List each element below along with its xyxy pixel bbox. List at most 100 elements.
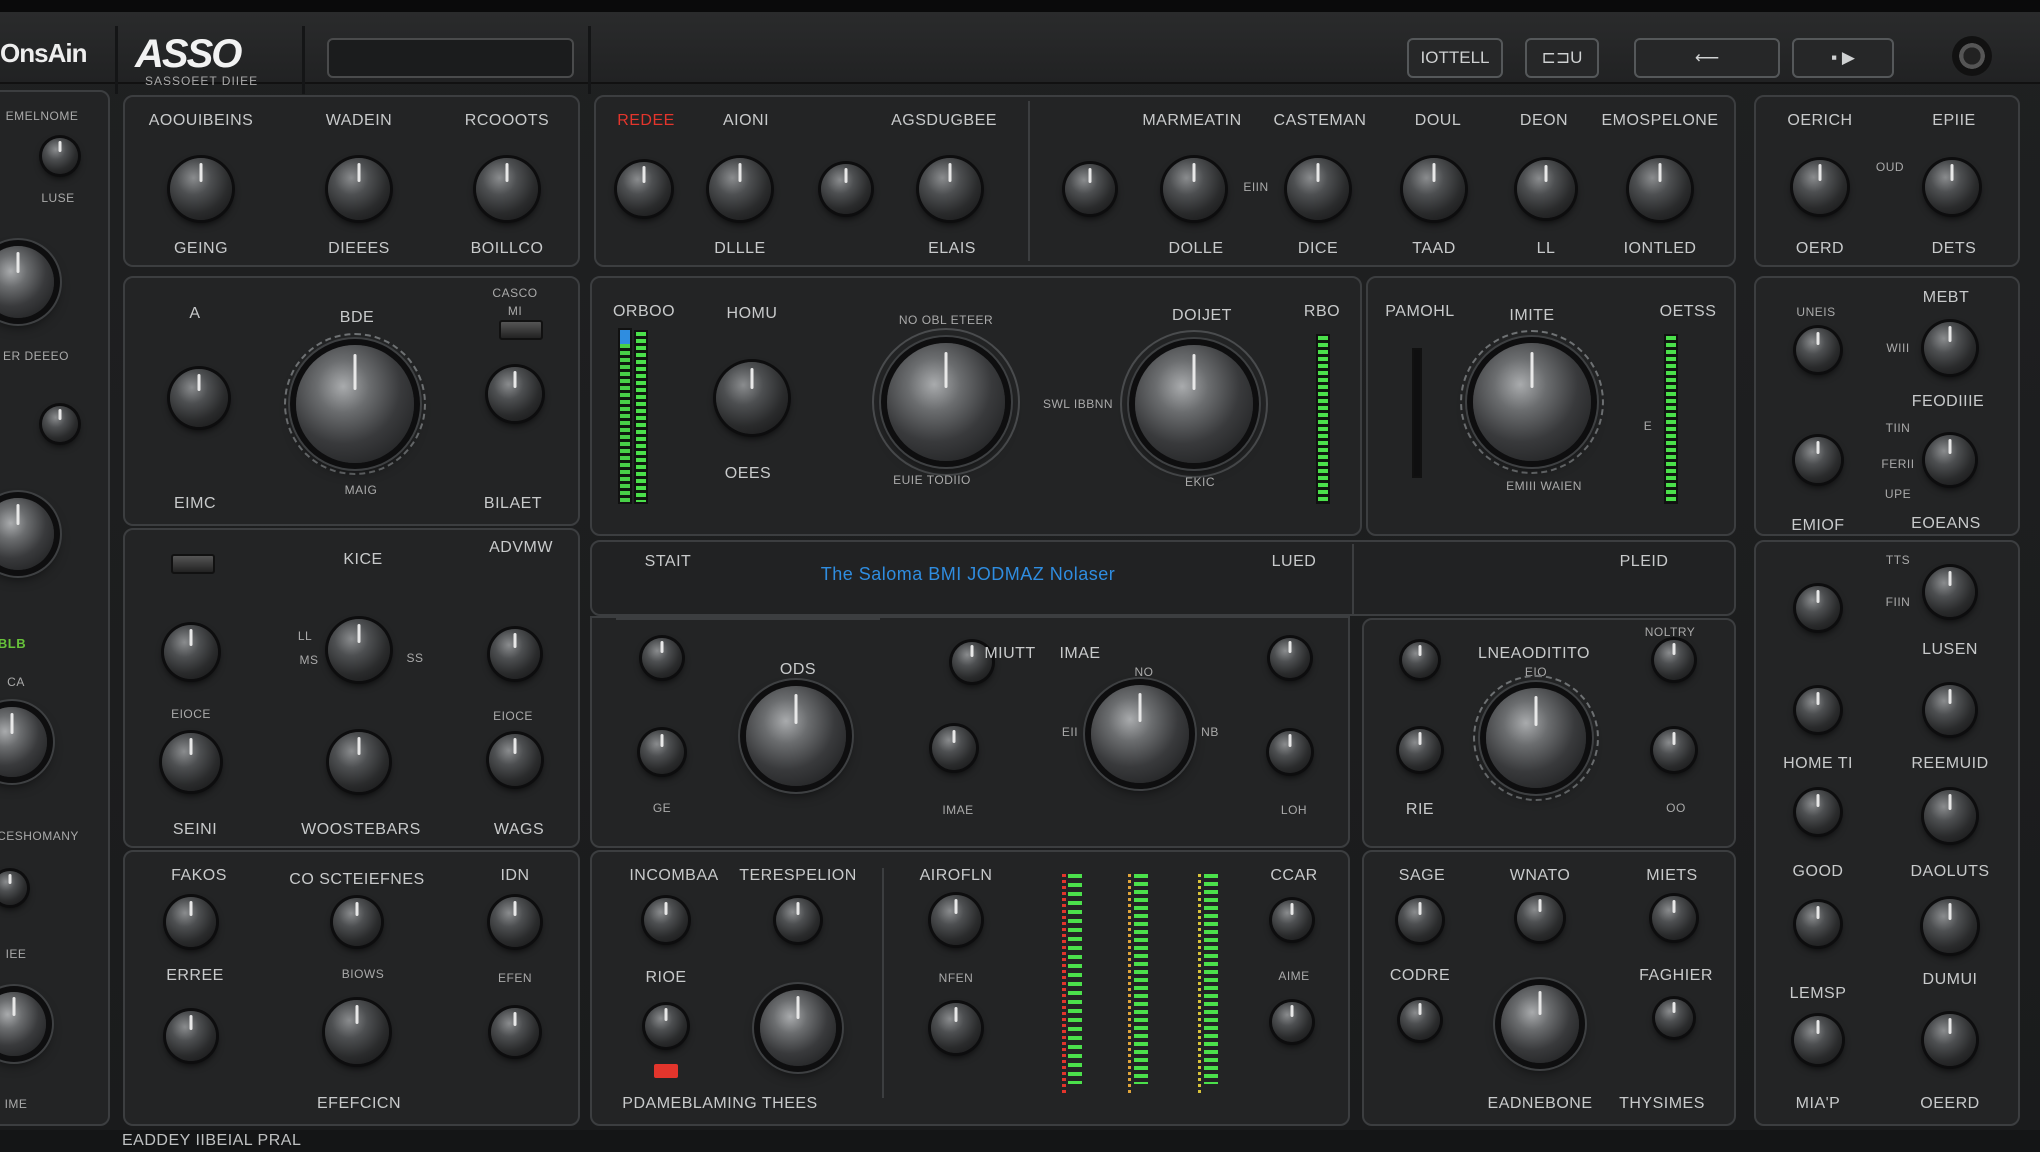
knob[interactable]	[162, 733, 220, 791]
knob[interactable]	[1924, 1014, 1976, 1066]
knob[interactable]	[1403, 158, 1465, 220]
knob[interactable]	[1398, 898, 1442, 942]
knob[interactable]	[1402, 642, 1438, 678]
knob[interactable]	[1270, 638, 1310, 678]
preset-display-field[interactable]	[327, 38, 574, 78]
back-button[interactable]: ⟵	[1634, 38, 1780, 78]
play-button[interactable]: ▪ ▶	[1792, 38, 1894, 78]
knob[interactable]	[640, 730, 684, 774]
knob[interactable]	[716, 362, 788, 434]
knob[interactable]	[0, 498, 54, 570]
param-label: MAIG	[344, 483, 378, 497]
knob[interactable]	[931, 895, 981, 945]
knob[interactable]	[333, 898, 381, 946]
knob[interactable]	[1065, 164, 1115, 214]
knob-large[interactable]	[760, 990, 836, 1066]
knob[interactable]	[1795, 437, 1841, 483]
knob[interactable]	[0, 707, 47, 777]
knob-large[interactable]	[1091, 685, 1189, 783]
param-label: EMIII WAIEN	[1506, 479, 1582, 493]
knob-large[interactable]	[746, 686, 846, 786]
knob[interactable]	[488, 367, 542, 421]
knob[interactable]	[1517, 895, 1563, 941]
knob[interactable]	[1269, 731, 1311, 773]
knob-large[interactable]	[296, 345, 414, 463]
knob[interactable]	[1925, 685, 1975, 735]
drive-panel: LNEAODITITO EIO NOLTRY RIE OO	[1362, 618, 1736, 848]
knob[interactable]	[1925, 160, 1979, 214]
knob[interactable]	[1793, 160, 1847, 214]
knob[interactable]	[489, 734, 541, 786]
knob[interactable]	[1163, 158, 1225, 220]
knob[interactable]	[1517, 160, 1575, 218]
knob[interactable]	[490, 897, 540, 947]
knob[interactable]	[1399, 729, 1441, 771]
knob[interactable]	[1272, 900, 1312, 940]
knob[interactable]	[0, 246, 54, 318]
knob[interactable]	[821, 164, 871, 214]
knob[interactable]	[1924, 790, 1976, 842]
knob-large[interactable]	[1473, 343, 1591, 461]
toggle-button[interactable]: IOTTELL	[1407, 38, 1503, 78]
param-label: EIMC	[174, 495, 216, 512]
knob[interactable]	[491, 1008, 539, 1056]
knob[interactable]	[1654, 640, 1694, 680]
mixer-panel: TTS FIIN LUSEN HOME TI REEMUID GOOD DAOL…	[1754, 540, 2020, 1126]
knob[interactable]	[42, 138, 78, 174]
switch-toggle[interactable]	[171, 554, 215, 574]
power-icon[interactable]	[1952, 36, 1992, 76]
knob[interactable]	[1287, 158, 1349, 220]
knob[interactable]	[1794, 1016, 1842, 1064]
knob[interactable]	[919, 158, 981, 220]
knob[interactable]	[476, 158, 538, 220]
knob[interactable]	[644, 898, 688, 942]
record-led[interactable]	[654, 1064, 678, 1078]
knob[interactable]	[170, 158, 232, 220]
knob[interactable]	[645, 1005, 687, 1047]
knob[interactable]	[490, 629, 540, 679]
knob[interactable]	[709, 158, 771, 220]
knob[interactable]	[0, 992, 46, 1056]
knob[interactable]	[1796, 328, 1840, 372]
knob[interactable]	[1655, 999, 1693, 1037]
knob[interactable]	[1925, 435, 1975, 485]
knob[interactable]	[1652, 896, 1696, 940]
knob[interactable]	[617, 162, 671, 216]
knob[interactable]	[164, 625, 218, 679]
knob[interactable]	[329, 732, 389, 792]
knob[interactable]	[931, 1003, 981, 1053]
knob[interactable]	[42, 406, 78, 442]
knob[interactable]	[1400, 1000, 1440, 1040]
param-label: CASCO MI	[492, 286, 538, 318]
knob[interactable]	[1923, 899, 1977, 953]
knob[interactable]	[776, 898, 820, 942]
param-label: EKIC	[1184, 475, 1216, 489]
knob[interactable]	[1796, 586, 1840, 630]
knob[interactable]	[166, 897, 216, 947]
knob[interactable]	[932, 726, 976, 770]
knob-large[interactable]	[1486, 688, 1586, 788]
param-label: IONTLED	[1623, 240, 1697, 257]
switch-toggle[interactable]	[499, 320, 543, 340]
knob[interactable]	[1925, 567, 1975, 617]
knob[interactable]	[328, 158, 390, 220]
knob[interactable]	[1796, 688, 1840, 732]
param-label: MIUTT	[984, 645, 1036, 662]
knob-large[interactable]	[1501, 985, 1579, 1063]
knob[interactable]	[1924, 322, 1976, 374]
knob[interactable]	[166, 1011, 216, 1061]
knob-large[interactable]	[887, 343, 1005, 461]
knob[interactable]	[325, 1000, 389, 1064]
knob-large[interactable]	[1135, 345, 1253, 463]
knob[interactable]	[1653, 729, 1695, 771]
knob[interactable]	[642, 638, 682, 678]
mode-button[interactable]: ⊏⊐U	[1525, 38, 1599, 78]
knob[interactable]	[1796, 790, 1840, 834]
knob[interactable]	[328, 619, 390, 681]
knob[interactable]	[0, 871, 27, 905]
knob[interactable]	[1796, 902, 1840, 946]
knob[interactable]	[170, 369, 228, 427]
level-meter	[1412, 348, 1422, 478]
knob[interactable]	[1272, 1002, 1312, 1042]
knob[interactable]	[1629, 158, 1691, 220]
